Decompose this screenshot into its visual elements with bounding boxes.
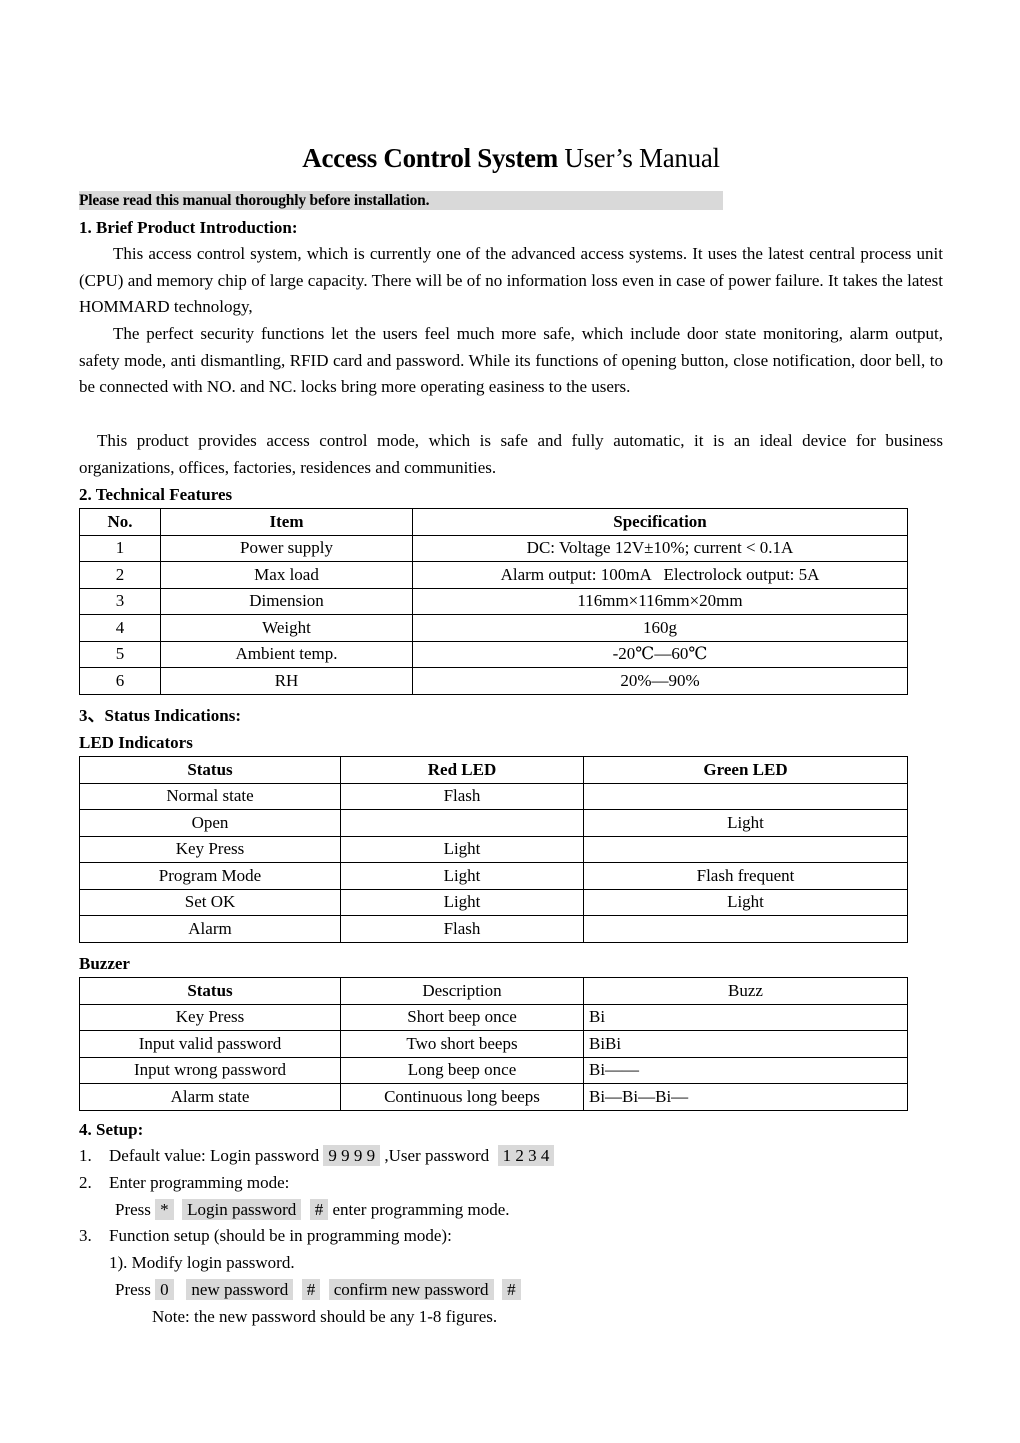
table-header-row: Status Description Buzz [79,977,908,1005]
setup-item-3: 3. Function setup (should be in programmi… [79,1226,452,1245]
table-row: 6 RH 20%—90% [79,667,908,695]
title-bold: Access Control System [302,143,558,173]
setup-item-1: 1. Default value: Login password 9 9 9 9 … [79,1143,555,1169]
key-hash: # [309,1199,329,1220]
table-header-row: No. Item Specification [79,508,908,536]
col-header: Status [79,756,341,784]
buzzer-table: Status Description Buzz Key Press Short b… [79,977,908,1111]
col-header: No. [79,508,161,536]
table-row: Input wrong password Long beep once Bi—— [79,1056,908,1084]
col-header: Item [160,508,413,536]
led-heading: LED Indicators [79,733,193,752]
col-header: Buzz [583,977,908,1005]
led-indicators-table: Status Red LED Green LED Normal state Fla… [79,756,908,943]
key-new-password: new password [186,1279,294,1300]
table-row: 3 Dimension 116mm×116mm×20mm [79,587,908,615]
table-row: Open Light [79,809,908,837]
table-row: Alarm state Continuous long beeps Bi—Bi—Bi… [79,1083,908,1111]
password-note: Note: the new password should be any 1-8… [152,1307,498,1326]
table-row: Alarm Flash [79,915,908,943]
enter-programming-instruction: Press * Login password # enter programmi… [115,1199,510,1220]
table-row: 1 Power supply DC: Voltage 12V±10%; curren… [79,534,908,562]
col-header: Status [79,977,341,1005]
section3-heading: 3、Status Indications: [79,706,242,725]
user-password-default: 1 2 3 4 [497,1145,555,1166]
key-login-password: Login password [182,1199,302,1220]
intro-paragraph-3: This product provides access control mod… [79,431,943,477]
modify-login-heading: 1). Modify login password. [109,1253,295,1272]
col-header: Description [340,977,584,1005]
title-normal: User’s Manual [557,143,720,173]
table-row: 2 Max load Alarm output: 100mA Electrolock… [79,561,908,589]
login-password-default: 9 9 9 9 [323,1145,381,1166]
col-header: Specification [412,508,908,536]
table-row: 4 Weight 160g [79,614,908,642]
section4-heading: 4. Setup: [79,1120,144,1139]
section2-heading: 2. Technical Features [79,485,233,504]
table-row: Program Mode Light Flash frequent [79,862,908,890]
page-title: Access Control System User’s Manual [79,143,943,174]
table-row: Key Press Light [79,835,908,863]
table-row: Key Press Short beep once Bi [79,1003,908,1031]
install-notice: Please read this manual thoroughly befor… [79,191,723,210]
intro-paragraph-1: This access control system, which is cur… [79,244,943,317]
table-row: Input valid password Two short beeps BiBi [79,1030,908,1058]
key-hash: # [301,1279,321,1300]
technical-features-table: No. Item Specification 1 Power supply DC: … [79,508,908,695]
table-row: Normal state Flash [79,782,908,810]
intro-paragraph-2: The perfect security functions let the u… [79,324,943,397]
key-confirm-password: confirm new password [328,1279,494,1300]
key-star: * [155,1199,174,1220]
modify-login-instruction: Press 0 new password # confirm new passw… [115,1277,521,1303]
setup-item-2: 2. Enter programming mode: [79,1173,290,1192]
col-header: Red LED [340,756,584,784]
section1-heading: 1. Brief Product Introduction: [79,218,298,237]
table-header-row: Status Red LED Green LED [79,756,908,784]
table-row: Set OK Light Light [79,888,908,916]
key-zero: 0 [155,1279,174,1300]
key-hash: # [502,1279,521,1300]
buzzer-heading: Buzzer [79,954,130,973]
col-header: Green LED [583,756,908,784]
table-row: 5 Ambient temp. -20℃—60℃ [79,640,908,668]
